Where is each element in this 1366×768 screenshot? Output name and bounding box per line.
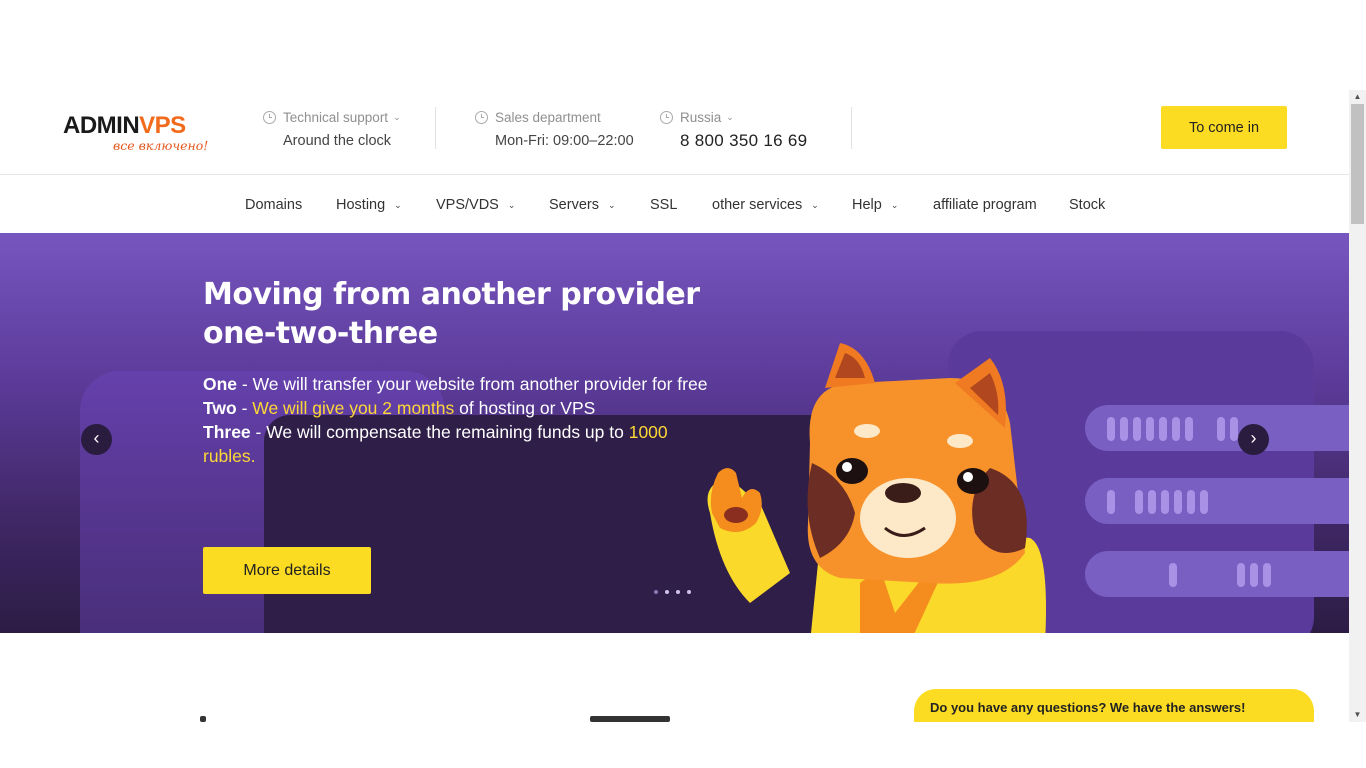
nav-label: affiliate program	[933, 197, 1037, 213]
chevron-right-icon[interactable]: ›	[1238, 424, 1269, 455]
chevron-down-icon: ⌄	[607, 199, 616, 210]
nav-vps-vds[interactable]: VPS/VDS ⌄	[436, 196, 515, 214]
step-text: of hosting or VPS	[454, 398, 596, 418]
region-info[interactable]: Russia ⌄ 8 800 350 16 69	[660, 108, 807, 151]
chevron-down-icon: ⌄	[890, 199, 899, 210]
phone-number[interactable]: 8 800 350 16 69	[660, 131, 807, 151]
hero-step-three: Three - We will compensate the remaining…	[203, 420, 723, 468]
support-title: Technical support	[283, 109, 389, 125]
chevron-down-icon: ⌄	[393, 111, 401, 122]
page: ADMINVPS все включено! Technical support…	[0, 90, 1349, 722]
nav-domains[interactable]: Domains	[245, 196, 302, 214]
chevron-down-icon: ⌄	[811, 199, 819, 210]
sales-title: Sales department	[495, 109, 601, 125]
logo[interactable]: ADMINVPS все включено!	[63, 110, 228, 156]
nav-label: VPS/VDS	[436, 197, 499, 213]
step-highlight: We will give you 2 months	[252, 398, 455, 418]
sales-hours: Mon-Fri: 09:00–22:00	[495, 133, 634, 149]
step-label: One	[203, 374, 238, 394]
step-text: - We will compensate the remaining funds…	[250, 422, 629, 442]
page-scrollbar[interactable]: ▲ ▼	[1349, 90, 1366, 722]
hero-step-one: One - We will transfer your website from…	[203, 372, 723, 396]
nav-label: Hosting	[336, 197, 386, 213]
sales-info: Sales department Mon-Fri: 09:00–22:00	[475, 108, 634, 149]
nav-label: SSL	[650, 197, 678, 213]
nav-label: Help	[852, 197, 882, 213]
faq-banner[interactable]: Do you have any questions? We have the a…	[914, 689, 1314, 722]
chevron-left-icon[interactable]: ‹	[81, 424, 112, 455]
section-heading-fragment	[590, 716, 670, 722]
nav-label: Stock	[1069, 197, 1106, 213]
step-label: Two	[203, 398, 237, 418]
nav-other-services[interactable]: other services ⌄	[712, 196, 819, 214]
divider	[435, 107, 436, 149]
nav-stock[interactable]: Stock	[1069, 196, 1105, 214]
logo-wordmark: ADMINVPS	[63, 112, 186, 139]
chevron-down-icon: ⌄	[394, 199, 402, 210]
nav-affiliate-program[interactable]: affiliate program	[933, 196, 1037, 214]
fox-mascot-illustration	[707, 343, 1046, 633]
support-hours: Around the clock	[283, 133, 392, 149]
more-details-button[interactable]: More details	[203, 547, 371, 594]
section-heading-fragment	[200, 716, 206, 722]
hero-title-line: Moving from another provider	[203, 277, 700, 312]
nav-label: Servers	[549, 197, 599, 213]
hero-step-two: Two - We will give you 2 months of hosti…	[203, 396, 723, 420]
slider-pagination	[654, 590, 691, 594]
nav-hosting[interactable]: Hosting ⌄	[336, 196, 402, 214]
chevron-down-icon: ⌄	[507, 199, 516, 210]
step-text: - We will transfer your website from ano…	[237, 374, 708, 394]
hero-description: One - We will transfer your website from…	[203, 372, 723, 468]
hero-title-line: one-two-three	[203, 316, 438, 351]
hero-banner: Moving from another provider one-two-thr…	[0, 233, 1349, 633]
nav-help[interactable]: Help ⌄	[852, 196, 898, 214]
clock-icon	[475, 110, 488, 124]
step-separator: -	[236, 398, 253, 418]
clock-icon	[660, 110, 673, 124]
login-button[interactable]: To come in	[1161, 106, 1287, 149]
clock-icon	[263, 110, 276, 124]
hero-title: Moving from another provider one-two-thr…	[203, 275, 763, 353]
slider-dot[interactable]	[654, 590, 658, 594]
nav-label: Domains	[245, 197, 303, 213]
slider-dot[interactable]	[676, 590, 680, 594]
scrollbar-thumb[interactable]	[1351, 104, 1364, 224]
nav-ssl[interactable]: SSL	[650, 196, 677, 214]
chevron-down-icon: ⌄	[726, 111, 734, 122]
nav-servers[interactable]: Servers ⌄	[549, 196, 616, 214]
step-label: Three	[203, 422, 251, 442]
scroll-down-icon[interactable]: ▼	[1349, 708, 1366, 722]
support-info[interactable]: Technical support ⌄ Around the clock	[263, 108, 401, 149]
slider-dot[interactable]	[665, 590, 669, 594]
site-header: ADMINVPS все включено! Technical support…	[0, 90, 1349, 175]
divider	[851, 107, 852, 149]
region-selector[interactable]: Russia	[680, 110, 721, 125]
logo-tagline: все включено!	[113, 138, 209, 153]
nav-label: other services	[712, 197, 803, 213]
scroll-up-icon[interactable]: ▲	[1349, 90, 1366, 104]
